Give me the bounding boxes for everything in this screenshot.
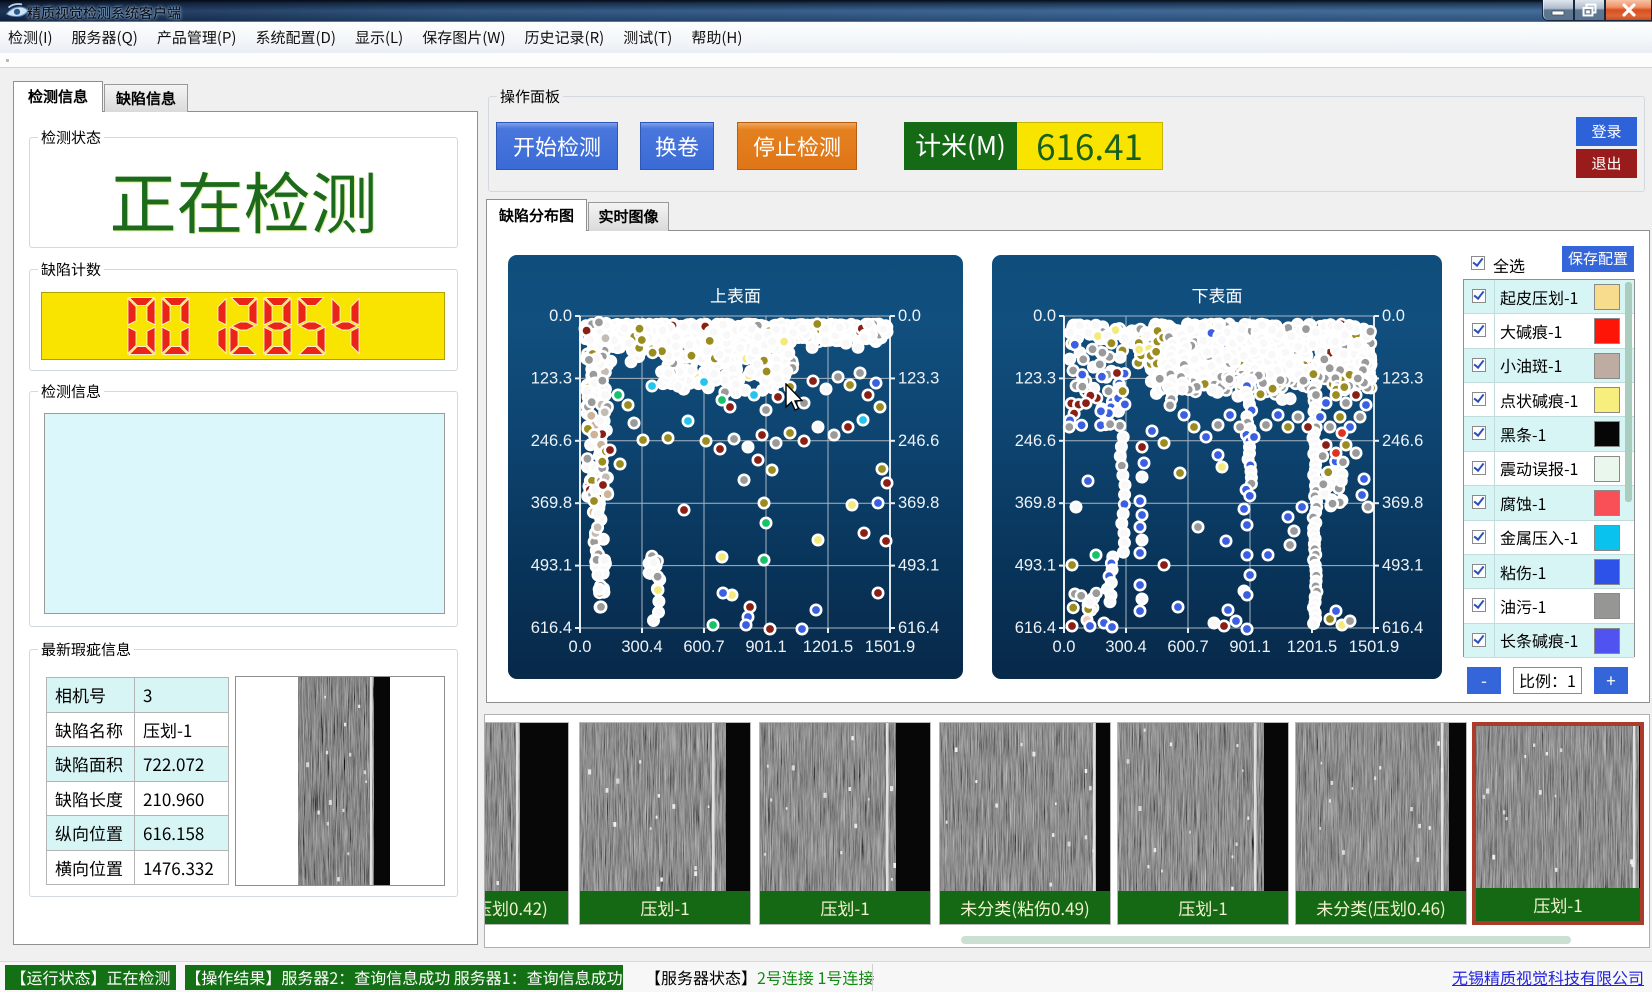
svg-text:600.7: 600.7 <box>683 638 724 656</box>
svg-text:0.0: 0.0 <box>1382 307 1405 325</box>
svg-text:246.6: 246.6 <box>531 432 572 450</box>
svg-text:369.8: 369.8 <box>1382 494 1423 512</box>
svg-text:246.6: 246.6 <box>1015 432 1056 450</box>
svg-text:1501.9: 1501.9 <box>865 638 915 656</box>
svg-text:616.4: 616.4 <box>531 619 572 637</box>
svg-text:123.3: 123.3 <box>1382 369 1423 387</box>
svg-text:246.6: 246.6 <box>898 432 939 450</box>
svg-text:493.1: 493.1 <box>1015 557 1056 575</box>
svg-text:246.6: 246.6 <box>1382 432 1423 450</box>
svg-text:0.0: 0.0 <box>569 638 592 656</box>
svg-text:369.8: 369.8 <box>531 494 572 512</box>
svg-text:0.0: 0.0 <box>1053 638 1076 656</box>
svg-text:123.3: 123.3 <box>1015 369 1056 387</box>
svg-text:369.8: 369.8 <box>1015 494 1056 512</box>
svg-text:1201.5: 1201.5 <box>1287 638 1337 656</box>
svg-text:616.4: 616.4 <box>1015 619 1056 637</box>
svg-text:1501.9: 1501.9 <box>1349 638 1399 656</box>
svg-text:1201.5: 1201.5 <box>803 638 853 656</box>
svg-text:123.3: 123.3 <box>898 369 939 387</box>
svg-text:493.1: 493.1 <box>898 557 939 575</box>
svg-text:0.0: 0.0 <box>1033 307 1056 325</box>
svg-text:300.4: 300.4 <box>1105 638 1146 656</box>
svg-text:901.1: 901.1 <box>1229 638 1270 656</box>
svg-text:123.3: 123.3 <box>531 369 572 387</box>
svg-text:616.4: 616.4 <box>1382 619 1423 637</box>
svg-text:493.1: 493.1 <box>531 557 572 575</box>
svg-text:616.4: 616.4 <box>898 619 939 637</box>
svg-text:600.7: 600.7 <box>1167 638 1208 656</box>
svg-text:0.0: 0.0 <box>898 307 921 325</box>
svg-text:300.4: 300.4 <box>621 638 662 656</box>
svg-text:901.1: 901.1 <box>745 638 786 656</box>
svg-text:493.1: 493.1 <box>1382 557 1423 575</box>
svg-text:0.0: 0.0 <box>549 307 572 325</box>
svg-text:369.8: 369.8 <box>898 494 939 512</box>
